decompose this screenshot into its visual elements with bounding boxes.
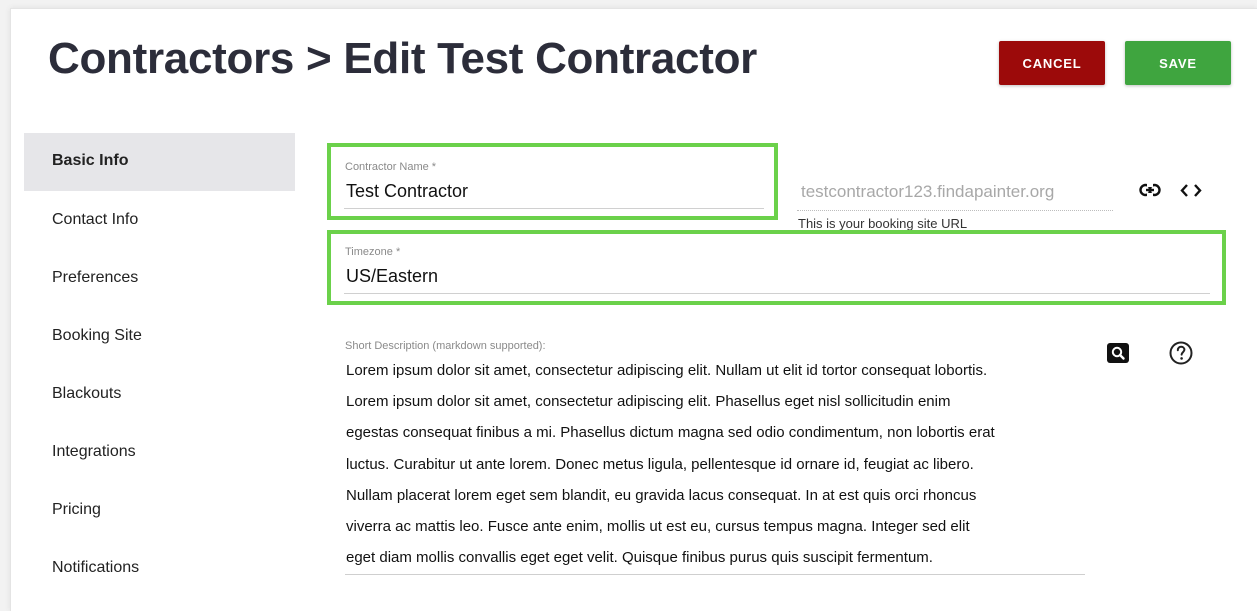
description-line: luctus. Curabitur ut ante lorem. Donec m… xyxy=(346,456,974,473)
contractor-name-input[interactable]: Test Contractor xyxy=(346,181,468,202)
sidebar-item-pricing[interactable]: Pricing xyxy=(24,481,295,539)
timezone-label: Timezone * xyxy=(345,246,401,258)
description-line: viverra ac mattis leo. Fusce ante enim, … xyxy=(346,518,970,535)
help-icon[interactable] xyxy=(1169,341,1193,365)
sidebar-item-basic-info[interactable]: Basic Info xyxy=(24,133,295,191)
description-line: eget diam mollis convallis eget eget vel… xyxy=(346,549,933,566)
contractor-name-label: Contractor Name * xyxy=(345,161,437,173)
sidebar-nav: Basic Info Contact Info Preferences Book… xyxy=(24,133,295,597)
short-description-label: Short Description (markdown supported): xyxy=(345,340,546,352)
description-line: Lorem ipsum dolor sit amet, consectetur … xyxy=(346,393,951,410)
cancel-button[interactable]: CANCEL xyxy=(999,41,1105,85)
code-icon[interactable] xyxy=(1180,183,1202,198)
contractor-name-underline xyxy=(344,208,764,209)
search-icon[interactable] xyxy=(1107,343,1129,363)
sidebar-item-integrations[interactable]: Integrations xyxy=(24,423,295,481)
sidebar-item-booking-site[interactable]: Booking Site xyxy=(24,307,295,365)
description-line: Nullam placerat lorem eget sem blandit, … xyxy=(346,487,977,504)
description-line: Lorem ipsum dolor sit amet, consectetur … xyxy=(346,362,988,379)
sidebar-item-blackouts[interactable]: Blackouts xyxy=(24,365,295,423)
sidebar-item-preferences[interactable]: Preferences xyxy=(24,249,295,307)
sidebar-item-contact-info[interactable]: Contact Info xyxy=(24,191,295,249)
page-title: Contractors > Edit Test Contractor xyxy=(48,34,757,83)
description-line: egestas consequat finibus a mi. Phasellu… xyxy=(346,424,995,441)
booking-url-field[interactable]: testcontractor123.findapainter.org xyxy=(801,182,1054,202)
booking-url-hint: This is your booking site URL xyxy=(798,216,968,231)
timezone-underline xyxy=(344,293,1210,294)
timezone-select[interactable]: US/Eastern xyxy=(346,266,438,287)
link-icon[interactable] xyxy=(1139,182,1161,198)
sidebar-item-notifications[interactable]: Notifications xyxy=(24,539,295,597)
booking-url-underline xyxy=(797,210,1113,211)
description-underline xyxy=(345,574,1085,575)
save-button[interactable]: SAVE xyxy=(1125,41,1231,85)
